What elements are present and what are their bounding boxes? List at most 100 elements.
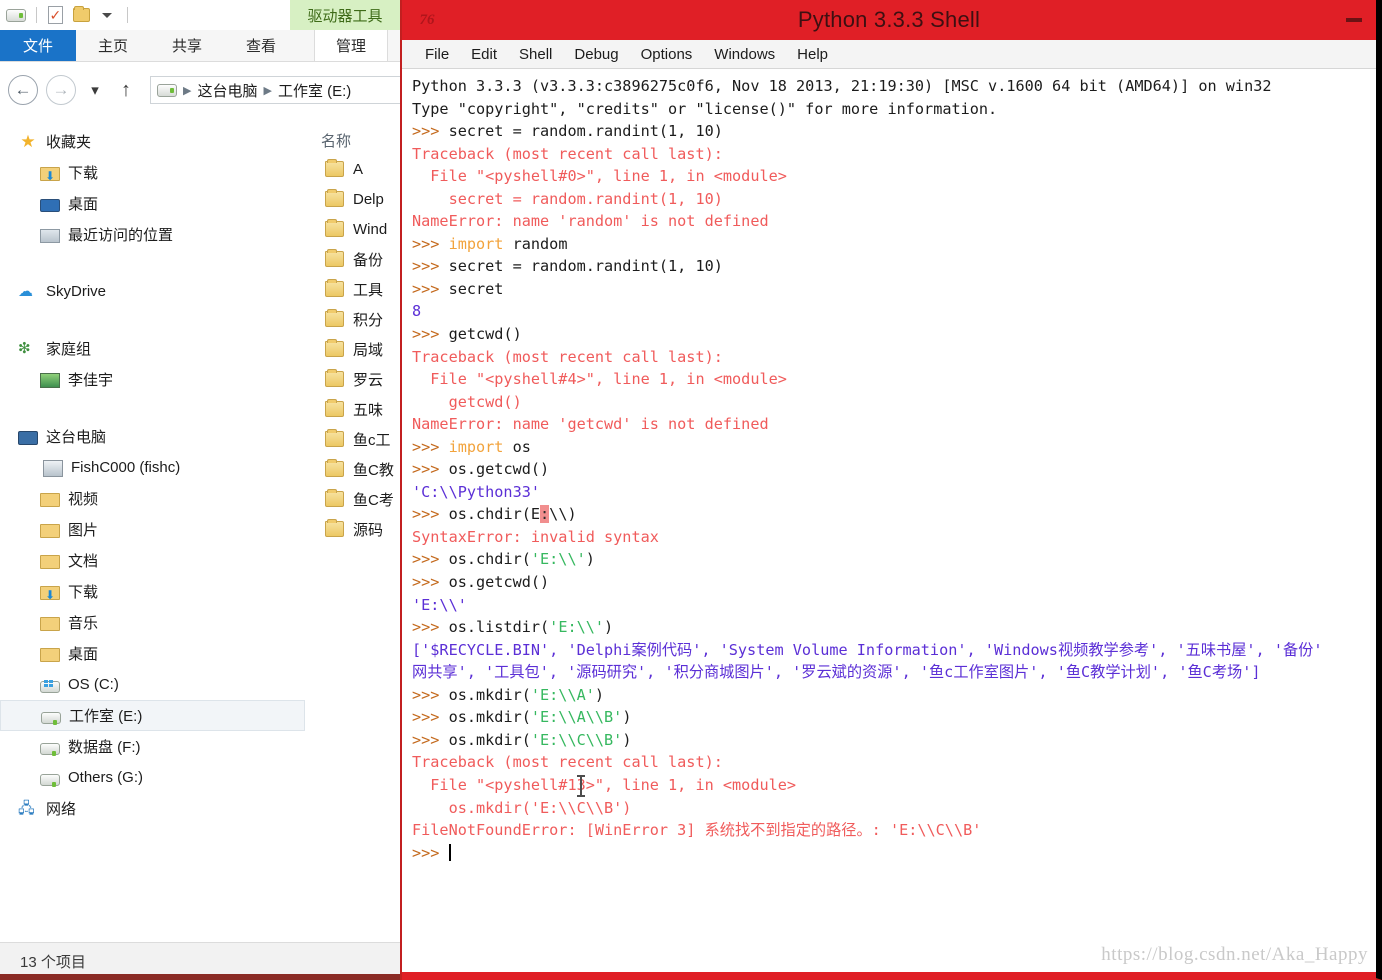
contextual-tab-drive-tools[interactable]: 驱动器工具 bbox=[290, 0, 400, 30]
shell-titlebar[interactable]: 76 Python 3.3.3 Shell bbox=[402, 0, 1376, 40]
shell-text-segment: random bbox=[503, 234, 568, 253]
tree-item-label: FishC000 (fishc) bbox=[71, 459, 181, 476]
tree-item-label: Others (G:) bbox=[68, 769, 144, 786]
shell-text-segment: >>> bbox=[412, 618, 449, 637]
tree-item-8[interactable]: FishC000 (fishc) bbox=[0, 452, 305, 483]
tree-item-2[interactable]: 桌面 bbox=[0, 188, 305, 219]
file-name-label: 罗云 bbox=[353, 371, 384, 389]
menu-debug[interactable]: Debug bbox=[563, 40, 629, 69]
ribbon-tab-view[interactable]: 查看 bbox=[224, 30, 298, 61]
folder-icon bbox=[325, 219, 344, 237]
tree-item-label: 家庭组 bbox=[46, 341, 92, 358]
ribbon-tab-manage[interactable]: 管理 bbox=[314, 30, 388, 61]
new-folder-icon[interactable] bbox=[69, 3, 93, 27]
back-arrow-icon[interactable]: ← bbox=[8, 75, 38, 105]
tree-item-9[interactable]: 视频 bbox=[0, 483, 305, 514]
shell-text-segment: Type "copyright", "credits" or "license(… bbox=[412, 99, 998, 118]
minimize-icon[interactable] bbox=[1346, 18, 1362, 22]
watermark-label: https://blog.csdn.net/Aka_Happy bbox=[1101, 944, 1368, 965]
shell-text-segment: os.chdir( bbox=[448, 550, 531, 569]
shell-line: >>> os.getcwd() bbox=[412, 458, 1376, 481]
shell-bottom-accent bbox=[402, 972, 1376, 980]
shell-text-segment: >>> bbox=[412, 325, 449, 344]
breadcrumb-this-pc[interactable]: 这台电脑 bbox=[197, 80, 257, 101]
shell-text-segment: >>> bbox=[412, 843, 449, 862]
shell-text-segment: 'E:\\A\\B' bbox=[530, 708, 623, 727]
shell-line: NameError: name 'getcwd' is not defined bbox=[412, 413, 1376, 436]
tree-item-label: SkyDrive bbox=[46, 283, 107, 300]
drive-icon bbox=[41, 711, 61, 725]
shell-text-segment: 8 bbox=[412, 302, 422, 321]
up-arrow-icon[interactable]: ↑ bbox=[114, 75, 138, 105]
menu-windows[interactable]: Windows bbox=[703, 40, 786, 69]
tree-item-label: 下载 bbox=[68, 584, 99, 601]
tree-item-4[interactable]: ☁ SkyDrive bbox=[0, 276, 305, 307]
shell-output-area[interactable]: Python 3.3.3 (v3.3.3:c3896275c0f6, Nov 1… bbox=[402, 69, 1376, 978]
forward-arrow-icon[interactable]: → bbox=[46, 75, 76, 105]
tree-item-11[interactable]: 文档 bbox=[0, 545, 305, 576]
tree-item-16[interactable]: 工作室 (E:) bbox=[0, 700, 305, 731]
shell-text-segment: Traceback (most recent call last): bbox=[412, 144, 723, 163]
drive-icon[interactable] bbox=[4, 3, 28, 27]
os-drive-icon bbox=[40, 679, 60, 693]
tree-item-label: 网络 bbox=[46, 801, 77, 818]
shell-line: FileNotFoundError: [WinError 3] 系统找不到指定的… bbox=[412, 819, 1376, 842]
tree-item-7[interactable]: 这台电脑 bbox=[0, 421, 305, 452]
folder-pictures-icon bbox=[40, 524, 60, 538]
chevron-down-icon[interactable]: ▾ bbox=[84, 75, 106, 105]
tree-item-1[interactable]: 下载 bbox=[0, 157, 305, 188]
tree-item-10[interactable]: 图片 bbox=[0, 514, 305, 545]
tree-item-0[interactable]: ★ 收藏夹 bbox=[0, 126, 305, 157]
ribbon-tab-home[interactable]: 主页 bbox=[76, 30, 150, 61]
tree-item-17[interactable]: 数据盘 (F:) bbox=[0, 731, 305, 762]
menu-options[interactable]: Options bbox=[630, 40, 704, 69]
shell-text-segment: File "<pyshell#13>", line 1, in <module> bbox=[412, 775, 797, 794]
menu-edit[interactable]: Edit bbox=[460, 40, 508, 69]
tree-item-label: 桌面 bbox=[68, 196, 99, 213]
folder-documents-icon bbox=[40, 555, 60, 569]
tree-item-13[interactable]: 音乐 bbox=[0, 607, 305, 638]
chevron-down-icon[interactable] bbox=[95, 3, 119, 27]
tree-item-18[interactable]: Others (G:) bbox=[0, 762, 305, 793]
tree-item-5[interactable]: ❇ 家庭组 bbox=[0, 333, 305, 364]
shell-text-segment: ) bbox=[622, 730, 632, 749]
folder-icon bbox=[325, 159, 344, 177]
tree-item-3[interactable]: 最近访问的位置 bbox=[0, 219, 305, 250]
shell-text-segment: ) bbox=[585, 550, 595, 569]
shell-line: >>> os.mkdir('E:\\A') bbox=[412, 684, 1376, 707]
item-count-label: 13 个项目 bbox=[20, 954, 86, 971]
shell-line: getcwd() bbox=[412, 391, 1376, 414]
shell-text-segment: NameError: name 'getcwd' is not defined bbox=[412, 415, 769, 434]
breadcrumb-drive-e[interactable]: 工作室 (E:) bbox=[278, 80, 351, 101]
tree-item-label: 数据盘 (F:) bbox=[68, 739, 141, 756]
menu-file[interactable]: File bbox=[414, 40, 460, 69]
tree-item-14[interactable]: 桌面 bbox=[0, 638, 305, 669]
shell-line: >>> secret = random.randint(1, 10) bbox=[412, 120, 1376, 143]
shell-text-segment: Traceback (most recent call last): bbox=[412, 753, 723, 772]
shell-text-segment: 'E:\\C\\B' bbox=[530, 730, 623, 749]
menu-shell[interactable]: Shell bbox=[508, 40, 563, 69]
toolbar-divider-2 bbox=[127, 7, 128, 23]
tree-item-12[interactable]: 下载 bbox=[0, 576, 305, 607]
shell-text-segment: import bbox=[448, 234, 504, 253]
shell-text-segment: 'E:\\' bbox=[530, 550, 586, 569]
tree-item-label: 工作室 (E:) bbox=[69, 708, 143, 725]
tree-item-19[interactable]: 🖧 网络 bbox=[0, 793, 305, 824]
ribbon-tab-share[interactable]: 共享 bbox=[150, 30, 224, 61]
navigation-pane[interactable]: ★收藏夹下载桌面最近访问的位置☁SkyDrive❇家庭组李佳宇这台电脑FishC… bbox=[0, 118, 305, 942]
tree-item-label: 文档 bbox=[68, 553, 99, 570]
shell-line: >>> secret bbox=[412, 278, 1376, 301]
tree-item-15[interactable]: OS (C:) bbox=[0, 669, 305, 700]
shell-line: os.mkdir('E:\\C\\B') bbox=[412, 797, 1376, 820]
shell-line: >>> os.listdir('E:\\') bbox=[412, 616, 1376, 639]
shell-line: 'E:\\' bbox=[412, 594, 1376, 617]
shell-text-segment: import bbox=[448, 437, 504, 456]
folder-icon bbox=[325, 489, 344, 507]
ribbon-tab-file[interactable]: 文件 bbox=[0, 30, 76, 61]
tree-item-label: 下载 bbox=[68, 165, 99, 182]
shell-text-segment: getcwd() bbox=[412, 392, 522, 411]
new-document-icon[interactable] bbox=[43, 3, 67, 27]
shell-text-segment: >>> bbox=[412, 122, 449, 141]
tree-item-6[interactable]: 李佳宇 bbox=[0, 364, 305, 395]
menu-help[interactable]: Help bbox=[786, 40, 839, 69]
